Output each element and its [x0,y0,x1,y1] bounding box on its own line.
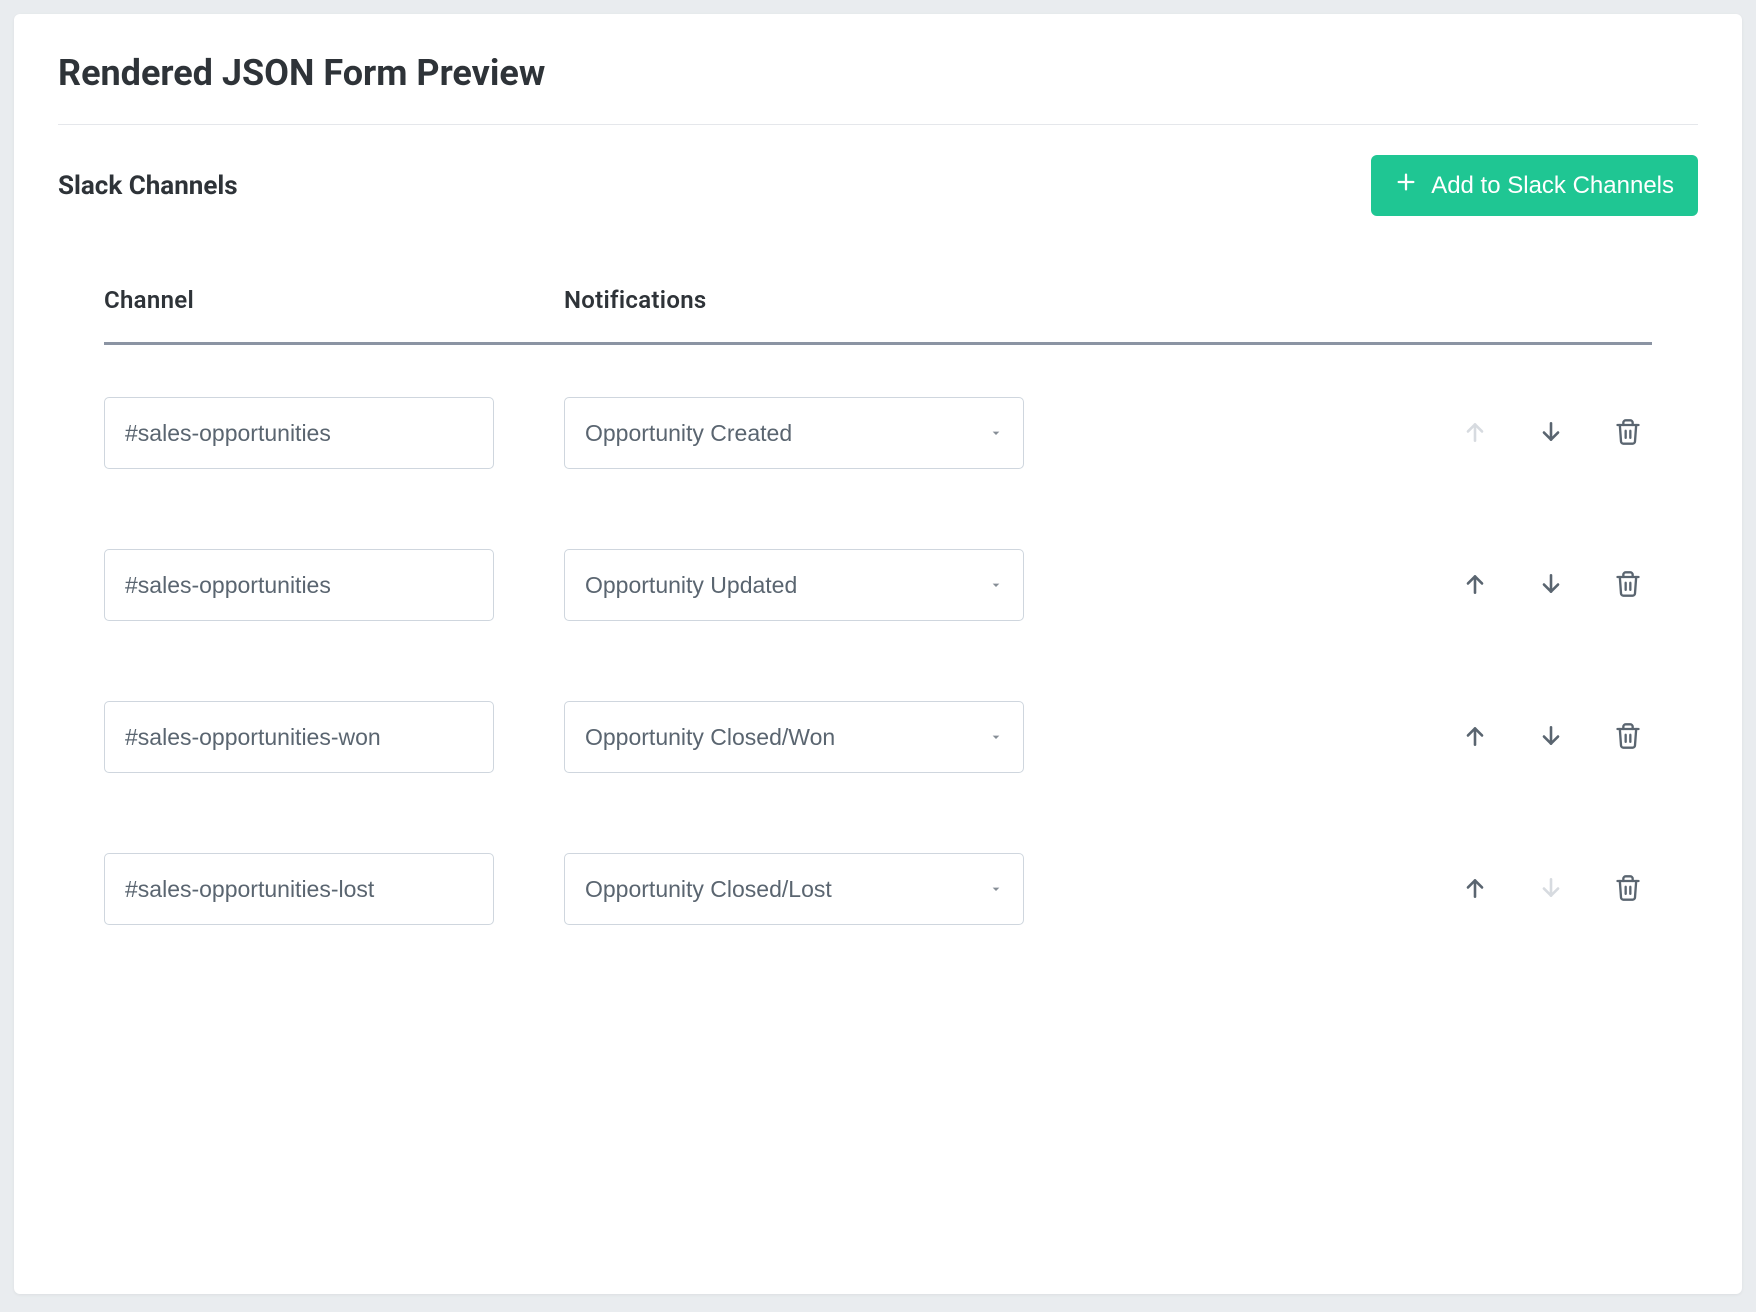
arrow-up-icon [1462,419,1488,448]
trash-icon [1614,873,1642,906]
delete-row-button[interactable] [1610,717,1646,758]
move-down-button[interactable] [1534,567,1568,604]
section-title: Slack Channels [58,171,238,201]
channel-input[interactable] [104,549,494,621]
row-actions [1458,869,1652,910]
trash-icon [1614,721,1642,754]
channel-cell [104,701,564,773]
notification-select[interactable]: Opportunity Updated [564,549,1024,621]
channel-input[interactable] [104,397,494,469]
table-row: Opportunity Updated [104,509,1652,661]
trash-icon [1614,417,1642,450]
section-header: Slack Channels Add to Slack Channels [58,155,1698,216]
row-actions [1458,413,1652,454]
column-header-channel: Channel [104,286,564,314]
table-row: Opportunity Created [104,357,1652,509]
notification-cell: Opportunity Updated [564,549,1458,621]
arrow-up-icon [1462,723,1488,752]
notification-cell: Opportunity Closed/Lost [564,853,1458,925]
add-button-label: Add to Slack Channels [1431,172,1674,200]
table-row: Opportunity Closed/Lost [104,813,1652,965]
move-up-button[interactable] [1458,871,1492,908]
delete-row-button[interactable] [1610,413,1646,454]
arrow-down-icon [1538,571,1564,600]
arrow-up-icon [1462,875,1488,904]
notification-select[interactable]: Opportunity Closed/Lost [564,853,1024,925]
arrow-up-icon [1462,571,1488,600]
move-down-button[interactable] [1534,415,1568,452]
trash-icon [1614,569,1642,602]
move-down-button [1534,871,1568,908]
channel-cell [104,549,564,621]
arrow-down-icon [1538,419,1564,448]
delete-row-button[interactable] [1610,869,1646,910]
plus-icon [1395,171,1417,200]
arrow-down-icon [1538,723,1564,752]
notification-select[interactable]: Opportunity Created [564,397,1024,469]
delete-row-button[interactable] [1610,565,1646,606]
row-actions [1458,565,1652,606]
table-row: Opportunity Closed/Won [104,661,1652,813]
row-actions [1458,717,1652,758]
move-up-button [1458,415,1492,452]
notification-cell: Opportunity Closed/Won [564,701,1458,773]
channel-cell [104,853,564,925]
channel-cell [104,397,564,469]
card-title: Rendered JSON Form Preview [58,52,1698,125]
notification-cell: Opportunity Created [564,397,1458,469]
move-up-button[interactable] [1458,567,1492,604]
table-header: Channel Notifications [104,286,1652,345]
column-header-notifications: Notifications [564,286,1652,314]
arrow-down-icon [1538,875,1564,904]
channel-input[interactable] [104,853,494,925]
channels-table: Channel Notifications Opportunity Create… [58,286,1698,965]
channel-input[interactable] [104,701,494,773]
move-up-button[interactable] [1458,719,1492,756]
notification-select[interactable]: Opportunity Closed/Won [564,701,1024,773]
add-to-slack-channels-button[interactable]: Add to Slack Channels [1371,155,1698,216]
move-down-button[interactable] [1534,719,1568,756]
preview-card: Rendered JSON Form Preview Slack Channel… [14,14,1742,1294]
